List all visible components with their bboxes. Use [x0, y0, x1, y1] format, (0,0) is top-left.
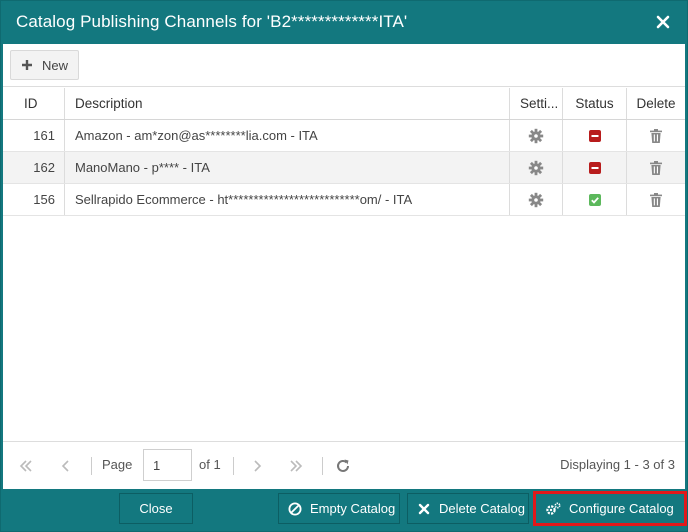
- column-header-settings[interactable]: Setti...: [510, 88, 563, 119]
- gear-icon: [528, 128, 544, 143]
- gear-icon: [528, 160, 544, 175]
- first-page-icon[interactable]: [18, 458, 34, 474]
- cell-description: Amazon - am*zon@as********lia.com - ITA: [65, 120, 510, 151]
- grid-toolbar: New: [3, 44, 685, 87]
- column-header-id[interactable]: ID: [3, 88, 65, 119]
- configure-catalog-label: Configure Catalog: [569, 501, 674, 516]
- pager-separator: [91, 457, 92, 475]
- cell-status: [563, 152, 627, 183]
- empty-catalog-button[interactable]: Empty Catalog: [278, 493, 400, 524]
- empty-catalog-label: Empty Catalog: [310, 501, 396, 516]
- next-page-icon[interactable]: [249, 458, 265, 474]
- delete-row-button[interactable]: [627, 120, 685, 151]
- prev-page-icon[interactable]: [58, 458, 74, 474]
- page-count-label: of 1: [199, 457, 221, 472]
- refresh-icon[interactable]: [335, 458, 351, 474]
- grid-pager: Page of 1 Displaying 1 - 3 of 3: [3, 441, 685, 489]
- paging-summary: Displaying 1 - 3 of 3: [560, 457, 675, 472]
- page-number-input[interactable]: [143, 449, 192, 481]
- trash-icon: [650, 160, 662, 175]
- pager-separator: [233, 457, 234, 475]
- delete-row-button[interactable]: [627, 152, 685, 183]
- column-header-description[interactable]: Description: [65, 88, 510, 119]
- page-label: Page: [102, 457, 133, 472]
- gears-icon: [546, 501, 561, 515]
- ban-icon: [288, 502, 302, 515]
- cell-description: ManoMano - p**** - ITA: [65, 152, 510, 183]
- cell-description: Sellrapido Ecommerce - ht***************…: [65, 184, 510, 215]
- delete-row-button[interactable]: [627, 184, 685, 215]
- last-page-icon[interactable]: [288, 458, 304, 474]
- table-row[interactable]: 162 ManoMano - p**** - ITA: [3, 152, 685, 184]
- close-button[interactable]: Close: [119, 493, 193, 524]
- cell-status: [563, 184, 627, 215]
- status-active-icon: [588, 193, 601, 206]
- status-inactive-icon: [588, 129, 601, 142]
- new-button-label: New: [42, 58, 69, 73]
- settings-button[interactable]: [510, 120, 563, 151]
- delete-catalog-button[interactable]: Delete Catalog: [407, 493, 529, 524]
- close-button-label: Close: [139, 501, 173, 516]
- new-button[interactable]: New: [10, 50, 79, 80]
- gear-icon: [528, 192, 544, 207]
- cell-id: 161: [3, 120, 65, 151]
- column-header-status[interactable]: Status: [563, 88, 627, 119]
- settings-button[interactable]: [510, 152, 563, 183]
- close-icon[interactable]: [655, 14, 671, 30]
- dialog-titlebar: Catalog Publishing Channels for 'B2*****…: [1, 1, 687, 44]
- dialog-body: New ID Description Setti... Status Delet…: [3, 44, 685, 489]
- plus-icon: [22, 60, 32, 70]
- cell-status: [563, 120, 627, 151]
- configure-catalog-button[interactable]: Configure Catalog: [533, 491, 687, 526]
- grid-header: ID Description Setti... Status Delete: [3, 88, 685, 120]
- catalog-channels-dialog: Catalog Publishing Channels for 'B2*****…: [0, 0, 688, 532]
- table-row[interactable]: 161 Amazon - am*zon@as********lia.com - I…: [3, 120, 685, 152]
- column-header-delete[interactable]: Delete: [627, 88, 685, 119]
- settings-button[interactable]: [510, 184, 563, 215]
- pager-separator: [322, 457, 323, 475]
- cell-id: 156: [3, 184, 65, 215]
- status-inactive-icon: [588, 161, 601, 174]
- delete-catalog-label: Delete Catalog: [439, 501, 525, 516]
- trash-icon: [650, 128, 662, 143]
- close-icon: [418, 503, 430, 514]
- channels-grid: ID Description Setti... Status Delete 16…: [3, 88, 685, 216]
- dialog-title: Catalog Publishing Channels for 'B2*****…: [16, 12, 408, 31]
- trash-icon: [650, 192, 662, 207]
- table-row[interactable]: 156 Sellrapido Ecommerce - ht************…: [3, 184, 685, 216]
- cell-id: 162: [3, 152, 65, 183]
